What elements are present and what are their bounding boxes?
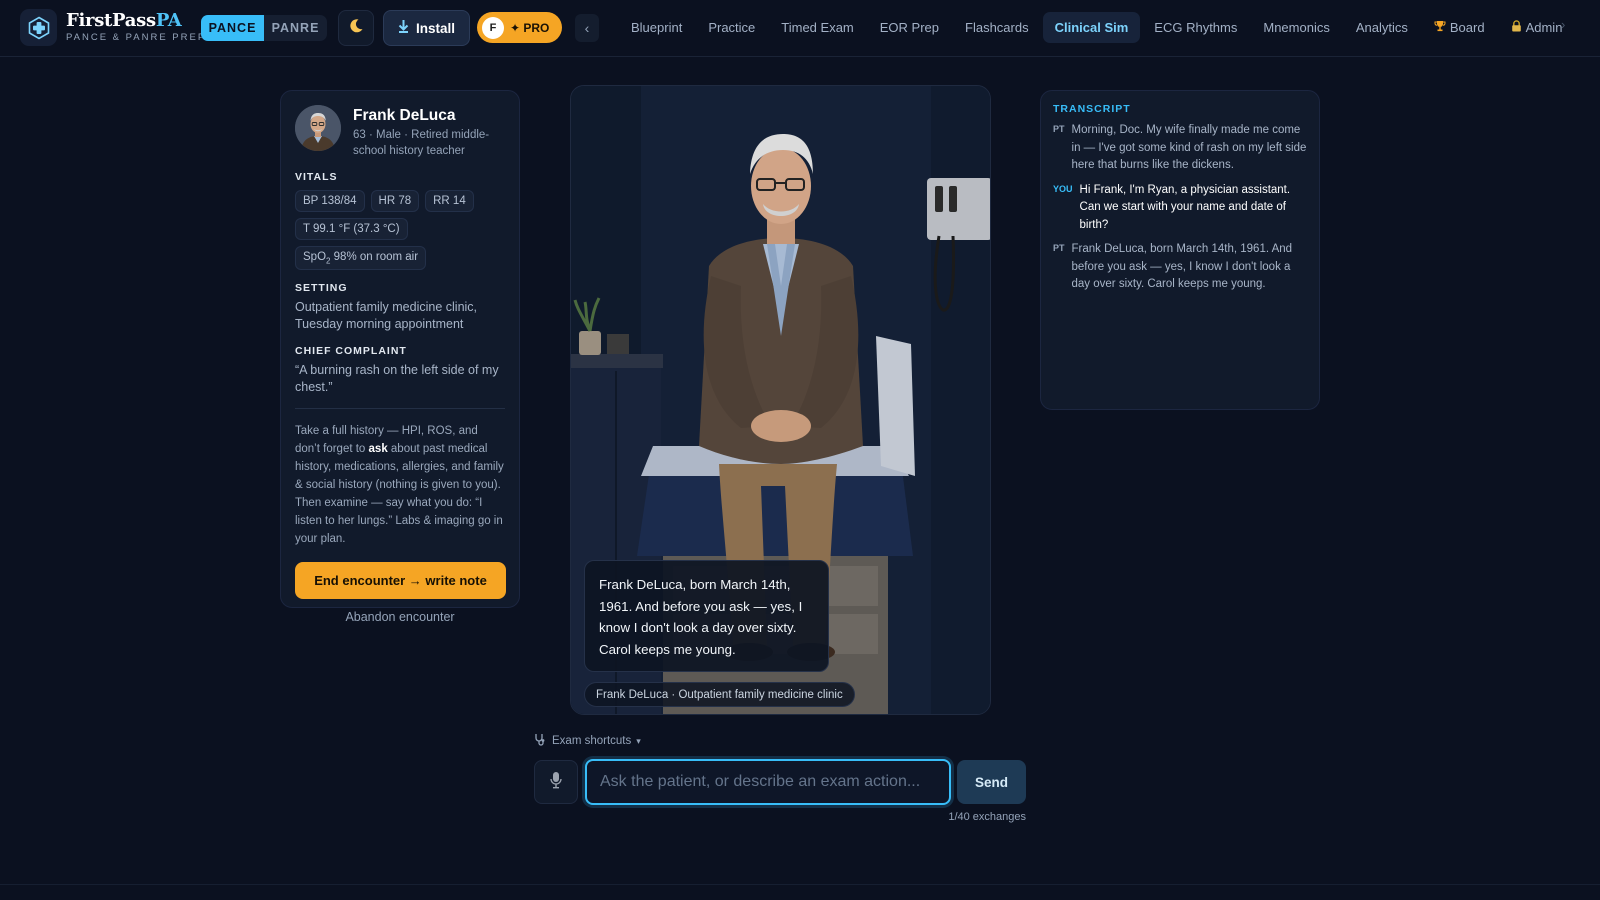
transcript-entry: PT Frank DeLuca, born March 14th, 1961. … [1053, 241, 1307, 294]
mic-button[interactable] [534, 760, 578, 804]
nav-scroll-left-button[interactable]: ‹ [575, 14, 599, 42]
transcript-entry: PT Morning, Doc. My wife finally made me… [1053, 122, 1307, 175]
vitals-title: VITALS [295, 171, 338, 183]
setting-title: SETTING [295, 282, 348, 295]
nav-mnemonics[interactable]: Mnemonics [1251, 12, 1341, 43]
pro-label: ✦ PRO [510, 20, 550, 35]
chat-input[interactable] [585, 759, 951, 805]
patient-demographics: 63 · Male · Retired middle-school histor… [353, 129, 490, 157]
logo-icon[interactable] [20, 9, 57, 46]
vital-bp: BP 138/84 [295, 190, 365, 212]
nav-analytics[interactable]: Analytics [1344, 12, 1420, 43]
transcript-panel: TRANSCRIPT PT Morning, Doc. My wife fina… [1040, 90, 1320, 410]
chevron-left-icon: ‹ [584, 20, 590, 36]
exam-toggle: PANCE PANRE [201, 15, 327, 41]
nav-blueprint[interactable]: Blueprint [619, 12, 694, 43]
caret-down-icon: ▾ [636, 735, 641, 746]
nav-eor-prep[interactable]: EOR Prep [868, 12, 951, 43]
vital-hr: HR 78 [370, 190, 420, 212]
transcript-entry: YOU Hi Frank, I'm Ryan, a physician assi… [1053, 182, 1307, 235]
vital-temp: T 99.1 °F (37.3 °C) [295, 218, 408, 240]
transcript-text: Frank DeLuca, born March 14th, 1961. And… [1071, 243, 1293, 290]
transcript-title: TRANSCRIPT [1053, 103, 1131, 115]
chevron-right-icon: › [1561, 17, 1566, 32]
patient-card: Frank DeLuca 63 · Male · Retired middle-… [280, 90, 520, 624]
vitals-list: BP 138/84 HR 78 RR 14 T 99.1 °F (37.3 °C… [295, 190, 505, 271]
nav-board-label: Board [1449, 20, 1485, 35]
nav-clinical-sim[interactable]: Clinical Sim [1042, 12, 1141, 43]
chief-complaint-title: CHIEF COMPLAINT [295, 345, 407, 358]
vital-rr: RR 14 [425, 190, 474, 212]
patient-speech-bubble: Frank DeLuca, born March 14th, 1961. And… [584, 560, 829, 672]
patient-header: Frank DeLuca 63 · Male · Retired middle-… [295, 105, 505, 159]
brand-subtitle: PANCE & PANRE PREP [66, 32, 207, 43]
vital-spo2: SpO2 98% on room air [295, 246, 427, 271]
trophy-icon [1434, 20, 1446, 35]
nav-scroll-right-button[interactable]: › [1561, 17, 1565, 32]
transcript-text: Hi Frank, I'm Ryan, a physician assistan… [1079, 183, 1291, 231]
patient-scene: Frank DeLuca, born March 14th, 1961. And… [570, 85, 991, 715]
transcript-role: YOU [1053, 183, 1073, 194]
setting-text: Outpatient family medicine clinic, Tuesd… [295, 300, 478, 332]
encounter-instructions: Take a full history — HPI, ROS, and don’… [295, 425, 504, 546]
scene-caption: Frank DeLuca · Outpatient family medicin… [584, 682, 855, 707]
transcript-role: PT [1053, 124, 1065, 134]
nav-timed-exam[interactable]: Timed Exam [769, 12, 865, 43]
download-icon [398, 20, 409, 36]
install-label: Install [415, 20, 455, 36]
lock-icon [1511, 20, 1522, 35]
install-button[interactable]: Install [383, 10, 470, 46]
exam-shortcuts-toggle[interactable]: Exam shortcuts ▾ [534, 733, 641, 749]
pance-toggle[interactable]: PANCE [201, 15, 264, 41]
main-nav: Blueprint Practice Timed Exam EOR Prep F… [619, 12, 1574, 43]
theme-toggle-button[interactable] [338, 10, 374, 46]
stethoscope-icon [534, 733, 547, 749]
user-avatar: F [482, 16, 504, 39]
footer-divider [0, 884, 1600, 885]
pro-button[interactable]: F ✦ PRO [477, 12, 562, 43]
patient-name: Frank DeLuca [353, 107, 456, 124]
nav-admin-label: Admin [1525, 20, 1563, 35]
nav-flashcards[interactable]: Flashcards [953, 12, 1041, 43]
abandon-encounter-link[interactable]: Abandon encounter [295, 610, 505, 624]
send-button[interactable]: Send [957, 760, 1026, 804]
exchange-counter: 1/40 exchanges [948, 811, 1026, 823]
end-encounter-button[interactable]: End encounter → write note [295, 562, 506, 600]
top-bar: FirstPassPA PANCE & PANRE PREP PANCE PAN… [0, 0, 1600, 57]
moon-icon [348, 18, 364, 39]
nav-practice[interactable]: Practice [696, 12, 767, 43]
nav-board[interactable]: Board [1422, 12, 1497, 43]
brand-name: FirstPassPA [66, 10, 182, 31]
chief-complaint-text: “A burning rash on the left side of my c… [295, 363, 499, 395]
microphone-icon [549, 771, 563, 794]
brand[interactable]: FirstPassPA PANCE & PANRE PREP [66, 10, 206, 43]
nav-ecg-rhythms[interactable]: ECG Rhythms [1142, 12, 1249, 43]
patient-avatar [295, 105, 341, 151]
divider [295, 408, 505, 410]
panre-toggle[interactable]: PANRE [264, 15, 327, 41]
transcript-role: PT [1053, 243, 1065, 253]
exam-shortcuts-label: Exam shortcuts [552, 735, 632, 747]
transcript-text: Morning, Doc. My wife finally made me co… [1071, 124, 1307, 171]
